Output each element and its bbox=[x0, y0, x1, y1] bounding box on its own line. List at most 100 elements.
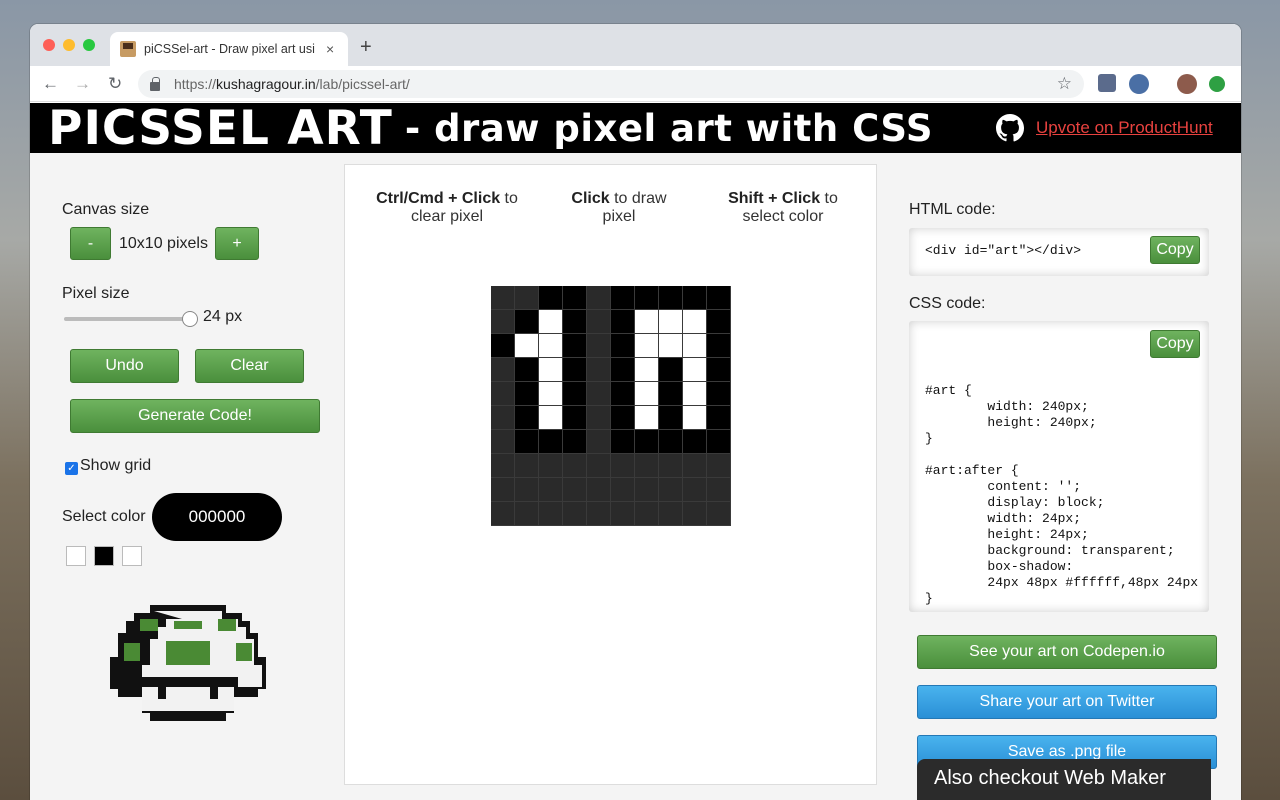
decrease-canvas-button[interactable]: - bbox=[70, 227, 111, 260]
pixel-cell[interactable] bbox=[659, 454, 683, 478]
pixel-cell[interactable] bbox=[563, 454, 587, 478]
pixel-cell[interactable] bbox=[539, 334, 563, 358]
pixel-cell[interactable] bbox=[539, 310, 563, 334]
pixel-cell[interactable] bbox=[635, 454, 659, 478]
clear-button[interactable]: Clear bbox=[195, 349, 304, 383]
pixel-cell[interactable] bbox=[515, 454, 539, 478]
pixel-cell[interactable] bbox=[683, 454, 707, 478]
pixel-cell[interactable] bbox=[587, 382, 611, 406]
pixel-cell[interactable] bbox=[683, 478, 707, 502]
pixel-cell[interactable] bbox=[659, 358, 683, 382]
pixel-cell[interactable] bbox=[563, 406, 587, 430]
pixel-cell[interactable] bbox=[707, 286, 731, 310]
swatch-black[interactable] bbox=[94, 546, 114, 566]
pixel-cell[interactable] bbox=[515, 478, 539, 502]
pixel-cell[interactable] bbox=[659, 382, 683, 406]
pixel-cell[interactable] bbox=[611, 286, 635, 310]
pixel-cell[interactable] bbox=[491, 430, 515, 454]
pixel-cell[interactable] bbox=[611, 502, 635, 526]
pixel-cell[interactable] bbox=[683, 382, 707, 406]
pixel-cell[interactable] bbox=[683, 502, 707, 526]
pixel-cell[interactable] bbox=[563, 334, 587, 358]
pixel-cell[interactable] bbox=[539, 406, 563, 430]
pixel-cell[interactable] bbox=[635, 334, 659, 358]
pixel-cell[interactable] bbox=[611, 382, 635, 406]
pixel-cell[interactable] bbox=[515, 334, 539, 358]
github-icon[interactable] bbox=[996, 114, 1024, 142]
pixel-cell[interactable] bbox=[659, 478, 683, 502]
pixel-cell[interactable] bbox=[563, 478, 587, 502]
css-code-box[interactable]: #art { width: 240px; height: 240px; } #a… bbox=[909, 321, 1209, 612]
pixel-canvas[interactable] bbox=[491, 286, 731, 526]
pixel-cell[interactable] bbox=[539, 382, 563, 406]
swatch-white-2[interactable] bbox=[122, 546, 142, 566]
pixel-cell[interactable] bbox=[659, 310, 683, 334]
pixel-cell[interactable] bbox=[539, 478, 563, 502]
show-grid-checkbox[interactable]: ✓ bbox=[65, 462, 78, 475]
pixel-cell[interactable] bbox=[491, 454, 515, 478]
pixel-cell[interactable] bbox=[539, 502, 563, 526]
undo-button[interactable]: Undo bbox=[70, 349, 179, 383]
copy-html-button[interactable]: Copy bbox=[1150, 236, 1200, 264]
pixel-cell[interactable] bbox=[707, 502, 731, 526]
generate-code-button[interactable]: Generate Code! bbox=[70, 399, 320, 433]
pixel-cell[interactable] bbox=[587, 286, 611, 310]
pixel-cell[interactable] bbox=[563, 382, 587, 406]
pixel-cell[interactable] bbox=[707, 358, 731, 382]
pixel-cell[interactable] bbox=[491, 382, 515, 406]
pixel-cell[interactable] bbox=[707, 406, 731, 430]
pixel-cell[interactable] bbox=[491, 406, 515, 430]
tab-close-icon[interactable]: × bbox=[326, 41, 334, 57]
pixel-cell[interactable] bbox=[635, 478, 659, 502]
pixel-cell[interactable] bbox=[491, 358, 515, 382]
pixel-cell[interactable] bbox=[611, 310, 635, 334]
pixel-cell[interactable] bbox=[587, 310, 611, 334]
web-maker-promo[interactable]: Also checkout Web Maker bbox=[917, 759, 1211, 800]
producthunt-link[interactable]: Upvote on ProductHunt bbox=[1036, 118, 1213, 138]
pixel-cell[interactable] bbox=[683, 358, 707, 382]
copy-css-button[interactable]: Copy bbox=[1150, 330, 1200, 358]
pixel-cell[interactable] bbox=[635, 502, 659, 526]
pixel-cell[interactable] bbox=[563, 358, 587, 382]
pixel-cell[interactable] bbox=[515, 406, 539, 430]
pixel-cell[interactable] bbox=[587, 478, 611, 502]
back-button[interactable]: ← bbox=[42, 74, 59, 94]
spy-extension-icon[interactable] bbox=[1129, 74, 1149, 94]
pixel-cell[interactable] bbox=[683, 310, 707, 334]
pixel-cell[interactable] bbox=[707, 454, 731, 478]
profile-avatar[interactable] bbox=[1177, 74, 1197, 94]
pixel-cell[interactable] bbox=[587, 454, 611, 478]
pixel-cell[interactable] bbox=[587, 334, 611, 358]
pixel-cell[interactable] bbox=[491, 334, 515, 358]
pixel-cell[interactable] bbox=[539, 430, 563, 454]
increase-canvas-button[interactable]: + bbox=[215, 227, 259, 260]
pixel-cell[interactable] bbox=[611, 430, 635, 454]
pixel-cell[interactable] bbox=[539, 286, 563, 310]
pixel-cell[interactable] bbox=[515, 382, 539, 406]
pixel-cell[interactable] bbox=[515, 310, 539, 334]
pixel-cell[interactable] bbox=[563, 286, 587, 310]
pixel-size-slider[interactable] bbox=[64, 317, 192, 321]
pixel-cell[interactable] bbox=[515, 502, 539, 526]
color-picker[interactable]: 000000 bbox=[152, 493, 282, 541]
new-tab-button[interactable]: + bbox=[360, 36, 372, 59]
eyedropper-extension-icon[interactable] bbox=[1098, 74, 1116, 92]
pixel-cell[interactable] bbox=[515, 286, 539, 310]
bookmark-star-icon[interactable]: ☆ bbox=[1057, 74, 1072, 94]
pixel-cell[interactable] bbox=[515, 430, 539, 454]
pixel-cell[interactable] bbox=[515, 358, 539, 382]
pixel-cell[interactable] bbox=[563, 430, 587, 454]
pixel-cell[interactable] bbox=[707, 334, 731, 358]
pixel-cell[interactable] bbox=[611, 478, 635, 502]
pixel-cell[interactable] bbox=[683, 430, 707, 454]
pixel-cell[interactable] bbox=[635, 358, 659, 382]
pixel-cell[interactable] bbox=[707, 478, 731, 502]
pixel-cell[interactable] bbox=[611, 454, 635, 478]
pixel-cell[interactable] bbox=[587, 406, 611, 430]
pixel-cell[interactable] bbox=[659, 502, 683, 526]
update-icon[interactable] bbox=[1209, 76, 1225, 92]
pixel-cell[interactable] bbox=[635, 310, 659, 334]
pixel-cell[interactable] bbox=[635, 286, 659, 310]
pixel-cell[interactable] bbox=[635, 430, 659, 454]
pixel-cell[interactable] bbox=[683, 286, 707, 310]
